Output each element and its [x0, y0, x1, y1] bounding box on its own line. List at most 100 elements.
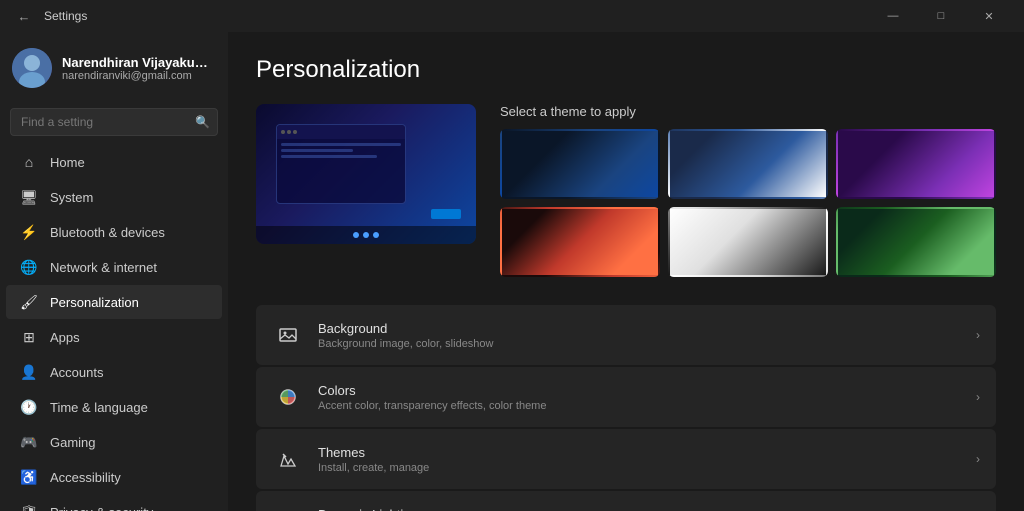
preview-content — [277, 139, 405, 165]
settings-list: Background Background image, color, slide… — [256, 305, 996, 511]
preview-button — [431, 209, 461, 219]
page-title: Personalization — [256, 56, 996, 84]
dynamic-lighting-text: Dynamic LightingConnected devices, effec… — [318, 507, 976, 511]
content-area: Personalization — [228, 32, 1024, 511]
taskbar-dot — [363, 232, 369, 238]
theme-option-3[interactable] — [836, 129, 996, 199]
preview-line — [281, 155, 377, 158]
user-name: Narendhiran Vijayakumar — [62, 55, 216, 70]
search-input[interactable] — [10, 108, 218, 136]
search-icon: 🔍 — [195, 115, 210, 129]
themes-desc: Install, create, manage — [318, 462, 976, 474]
bluetooth-icon: ⚡ — [20, 223, 38, 241]
settings-item-colors[interactable]: Colors Accent color, transparency effects… — [256, 367, 996, 427]
main-layout: Narendhiran Vijayakumar narendiranviki@g… — [0, 32, 1024, 511]
titlebar-title: Settings — [44, 9, 87, 23]
titlebar: ← Settings — □ ✕ — [0, 0, 1024, 32]
colors-icon — [272, 381, 304, 413]
preview-titlebar — [277, 125, 405, 139]
sidebar-item-label-accounts: Accounts — [50, 365, 103, 380]
sidebar-item-label-time: Time & language — [50, 400, 148, 415]
preview-line — [281, 143, 401, 146]
system-icon: 🖥 — [20, 188, 38, 206]
apps-icon: ⊞ — [20, 328, 38, 346]
theme-option-6[interactable] — [836, 207, 996, 277]
sidebar-item-label-network: Network & internet — [50, 260, 157, 275]
sidebar-item-label-apps: Apps — [50, 330, 80, 345]
themes-name: Themes — [318, 445, 976, 460]
theme-option-4[interactable] — [500, 207, 660, 277]
sidebar-item-privacy[interactable]: 🛡 Privacy & security — [6, 495, 222, 511]
settings-item-background[interactable]: Background Background image, color, slide… — [256, 305, 996, 365]
theme-option-5[interactable] — [668, 207, 828, 277]
background-chevron-icon: › — [976, 328, 980, 342]
home-icon: ⌂ — [20, 153, 38, 171]
sidebar-item-personalization[interactable]: 🖌 Personalization — [6, 285, 222, 319]
current-theme-preview — [256, 104, 476, 244]
user-email: narendiranviki@gmail.com — [62, 70, 216, 82]
theme-select-label: Select a theme to apply — [500, 104, 996, 119]
themes-text: Themes Install, create, manage — [318, 445, 976, 474]
themes-chevron-icon: › — [976, 452, 980, 466]
sidebar-item-system[interactable]: 🖥 System — [6, 180, 222, 214]
sidebar-item-label-bluetooth: Bluetooth & devices — [50, 225, 165, 240]
personalization-icon: 🖌 — [20, 293, 38, 311]
nav-list: ⌂ Home 🖥 System ⚡ Bluetooth & devices 🌐 Network… — [0, 144, 228, 511]
colors-text: Colors Accent color, transparency effects… — [318, 383, 976, 412]
window-controls: — □ ✕ — [870, 0, 1012, 32]
taskbar-dot — [373, 232, 379, 238]
theme-section: Select a theme to apply — [256, 104, 996, 277]
network-icon: 🌐 — [20, 258, 38, 276]
preview-taskbar — [256, 226, 476, 244]
sidebar-item-accessibility[interactable]: ♿ Accessibility — [6, 460, 222, 494]
search-box[interactable]: 🔍 — [10, 108, 218, 136]
maximize-button[interactable]: □ — [918, 0, 964, 32]
theme-option-2[interactable] — [668, 129, 828, 199]
back-button[interactable]: ← — [12, 4, 36, 28]
background-text: Background Background image, color, slide… — [318, 321, 976, 350]
sidebar-item-apps[interactable]: ⊞ Apps — [6, 320, 222, 354]
preview-window — [276, 124, 406, 204]
sidebar-item-home[interactable]: ⌂ Home — [6, 145, 222, 179]
colors-chevron-icon: › — [976, 390, 980, 404]
settings-item-dynamic-lighting[interactable]: Dynamic LightingConnected devices, effec… — [256, 491, 996, 511]
minimize-button[interactable]: — — [870, 0, 916, 32]
preview-dot — [293, 130, 297, 134]
dynamic-lighting-icon — [272, 505, 304, 511]
user-profile[interactable]: Narendhiran Vijayakumar narendiranviki@g… — [0, 32, 228, 104]
sidebar-item-label-personalization: Personalization — [50, 295, 139, 310]
themes-icon — [272, 443, 304, 475]
sidebar-item-accounts[interactable]: 👤 Accounts — [6, 355, 222, 389]
theme-option-1[interactable] — [500, 129, 660, 199]
accessibility-icon: ♿ — [20, 468, 38, 486]
gaming-icon: 🎮 — [20, 433, 38, 451]
sidebar-item-gaming[interactable]: 🎮 Gaming — [6, 425, 222, 459]
background-icon — [272, 319, 304, 351]
background-desc: Background image, color, slideshow — [318, 338, 976, 350]
sidebar-item-bluetooth[interactable]: ⚡ Bluetooth & devices — [6, 215, 222, 249]
sidebar-item-label-privacy: Privacy & security — [50, 505, 153, 511]
sidebar-item-network[interactable]: 🌐 Network & internet — [6, 250, 222, 284]
avatar — [12, 48, 52, 88]
colors-desc: Accent color, transparency effects, colo… — [318, 400, 976, 412]
time-icon: 🕐 — [20, 398, 38, 416]
sidebar-item-label-home: Home — [50, 155, 85, 170]
close-button[interactable]: ✕ — [966, 0, 1012, 32]
user-info: Narendhiran Vijayakumar narendiranviki@g… — [62, 55, 216, 82]
colors-name: Colors — [318, 383, 976, 398]
theme-grid — [500, 129, 996, 277]
privacy-icon: 🛡 — [20, 503, 38, 511]
sidebar-item-label-accessibility: Accessibility — [50, 470, 121, 485]
preview-dot — [281, 130, 285, 134]
settings-item-themes[interactable]: Themes Install, create, manage› — [256, 429, 996, 489]
sidebar-item-label-gaming: Gaming — [50, 435, 96, 450]
taskbar-dot — [353, 232, 359, 238]
preview-line — [281, 149, 353, 152]
preview-dot — [287, 130, 291, 134]
sidebar-item-time[interactable]: 🕐 Time & language — [6, 390, 222, 424]
background-name: Background — [318, 321, 976, 336]
sidebar-item-label-system: System — [50, 190, 93, 205]
dynamic-lighting-name: Dynamic Lighting — [318, 507, 976, 511]
accounts-icon: 👤 — [20, 363, 38, 381]
sidebar: Narendhiran Vijayakumar narendiranviki@g… — [0, 32, 228, 511]
